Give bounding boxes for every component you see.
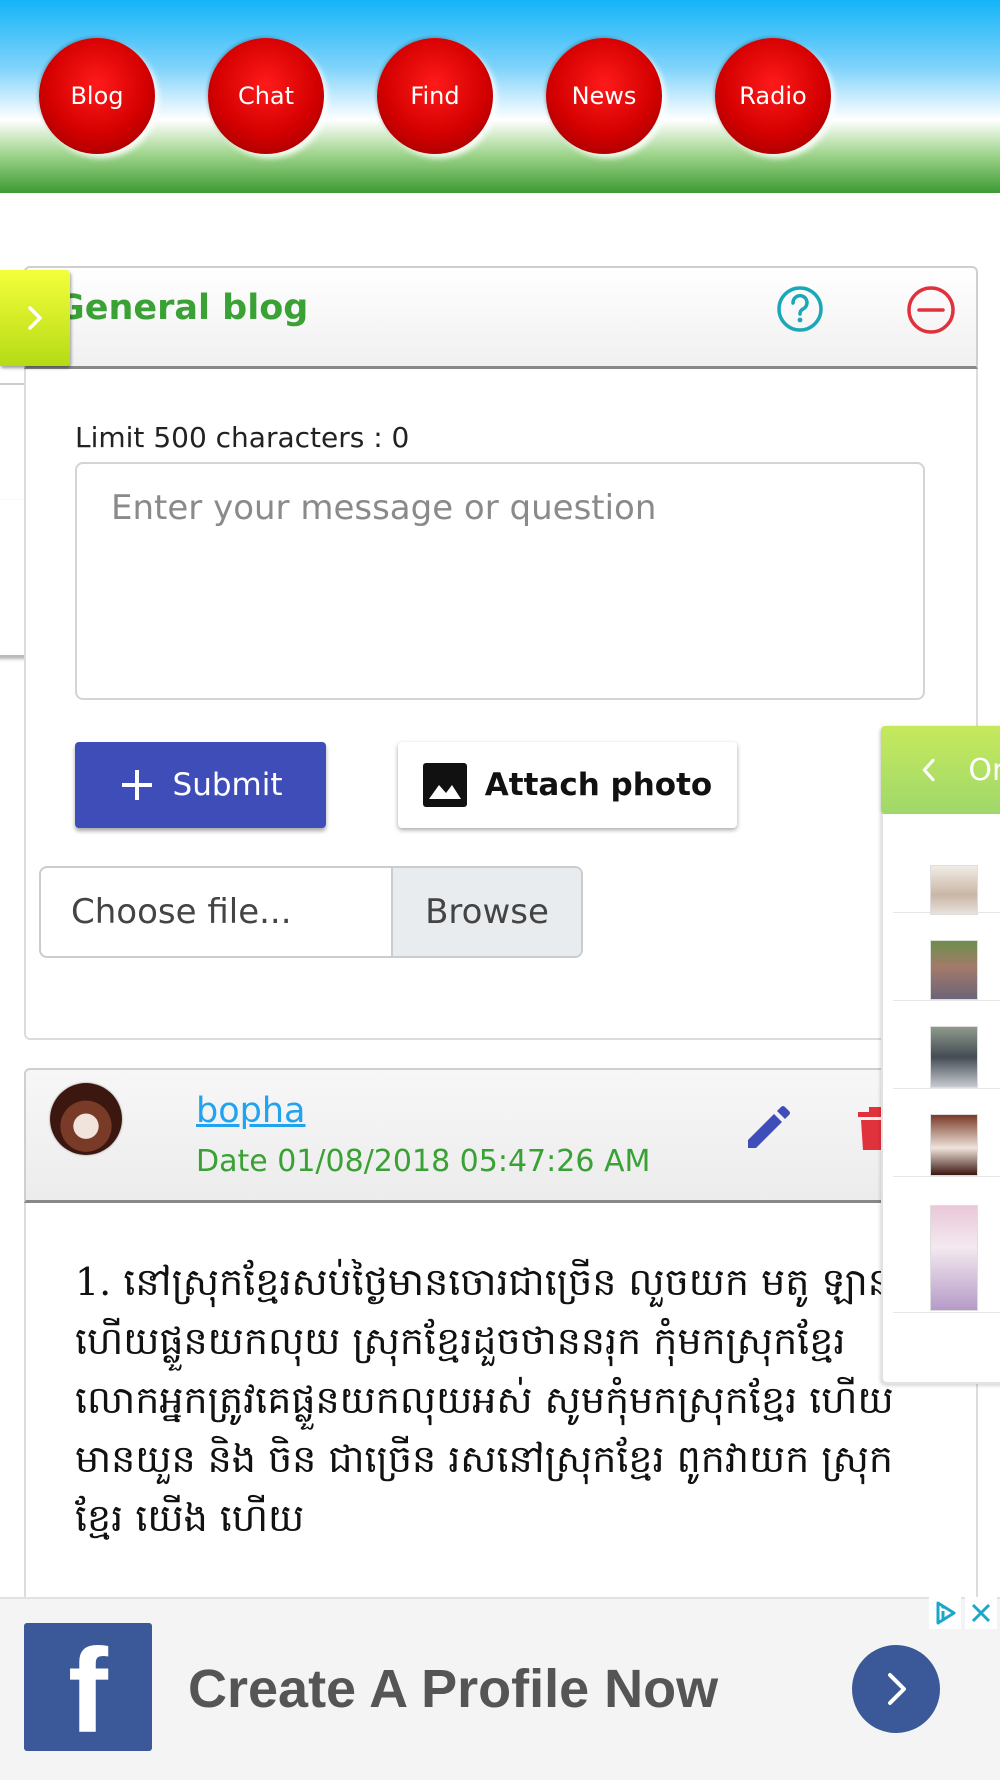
- attach-photo-button[interactable]: Attach photo: [398, 742, 737, 828]
- file-picker[interactable]: Choose file... Browse: [39, 866, 583, 958]
- top-nav-bar: Blog Chat Find News Radio: [0, 0, 1000, 193]
- chevron-right-icon: [888, 1673, 906, 1705]
- plus-icon: [121, 770, 152, 800]
- ad-headline[interactable]: Create A Profile Now: [188, 1658, 718, 1720]
- ad-open-button[interactable]: [852, 1645, 940, 1733]
- post-date: Date 01/08/2018 05:47:26 AM: [196, 1144, 651, 1179]
- message-input[interactable]: [75, 462, 925, 700]
- online-user-avatar[interactable]: [930, 1114, 978, 1176]
- online-users-tab[interactable]: On: [881, 726, 1000, 814]
- submit-label: Submit: [172, 767, 283, 803]
- ad-close-icon[interactable]: [965, 1597, 997, 1629]
- close-panel-icon[interactable]: [906, 285, 956, 335]
- chevron-right-icon: [28, 306, 42, 330]
- online-user-avatar[interactable]: [930, 1205, 978, 1311]
- online-user-avatar[interactable]: [930, 940, 978, 1000]
- online-user-avatar[interactable]: [930, 1026, 978, 1088]
- post-author-link[interactable]: bopha: [196, 1091, 305, 1131]
- character-limit-label: Limit 500 characters : 0: [75, 421, 410, 454]
- pencil-icon[interactable]: [742, 1104, 792, 1154]
- post-header: [24, 1068, 978, 1203]
- nav-chat-button[interactable]: Chat: [208, 38, 324, 154]
- image-icon: [422, 763, 467, 807]
- avatar[interactable]: [50, 1083, 122, 1155]
- help-icon[interactable]: [776, 285, 824, 333]
- attach-photo-label: Attach photo: [484, 767, 713, 803]
- chevron-left-icon: [922, 758, 935, 782]
- online-user-avatar[interactable]: [930, 865, 978, 915]
- nav-blog-button[interactable]: Blog: [39, 38, 155, 154]
- adchoices-icon[interactable]: [929, 1597, 961, 1629]
- page-title: General blog: [56, 288, 309, 328]
- online-tab-label: On: [968, 752, 1000, 788]
- submit-button[interactable]: Submit: [75, 742, 326, 828]
- post-body-text: 1. នៅស្រុកខ្មែរសប់ថ្ងៃមានចោរជាច្រើន លួចយ…: [75, 1260, 894, 1540]
- file-name-label: Choose file...: [71, 892, 292, 932]
- nav-radio-button[interactable]: Radio: [715, 38, 831, 154]
- facebook-logo: f: [24, 1623, 152, 1751]
- nav-news-button[interactable]: News: [546, 38, 662, 154]
- expand-drawer-button[interactable]: [0, 270, 70, 366]
- nav-find-button[interactable]: Find: [377, 38, 493, 154]
- browse-button[interactable]: Browse: [391, 868, 581, 956]
